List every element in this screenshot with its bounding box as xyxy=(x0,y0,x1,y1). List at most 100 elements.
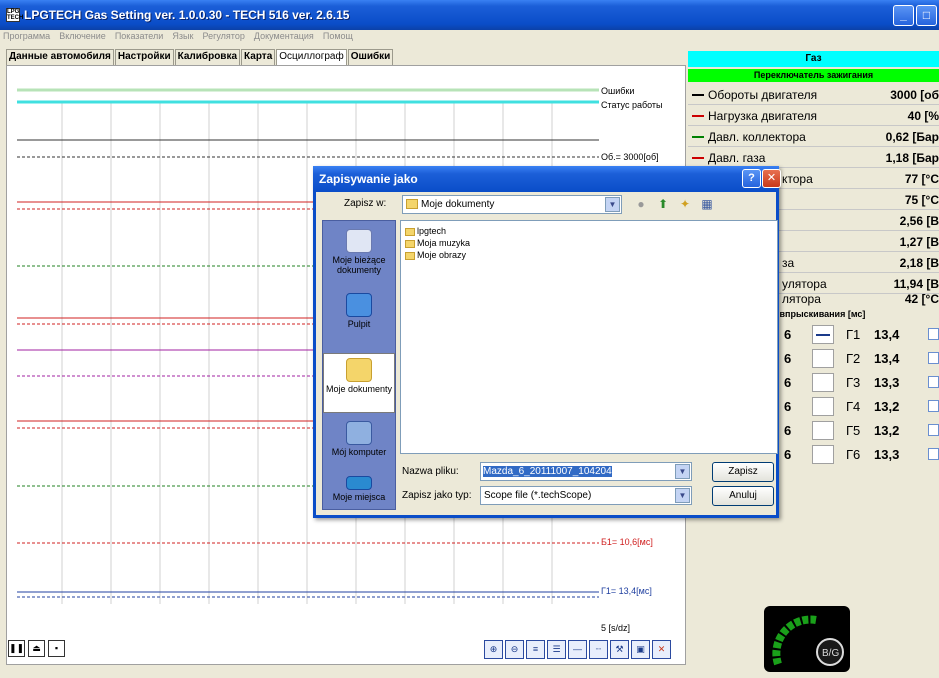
chevron-down-icon[interactable]: ▼ xyxy=(675,488,690,503)
param-label: ктора xyxy=(782,172,813,186)
series-swatch[interactable] xyxy=(692,136,704,138)
injector-petrol-value: 6 xyxy=(784,327,792,342)
folder-icon xyxy=(405,227,415,236)
up-folder-icon[interactable]: ⬆ xyxy=(654,195,672,213)
gas-header: Газ xyxy=(688,51,939,67)
injector-checkbox[interactable] xyxy=(928,376,939,388)
lines-icon[interactable]: ≡ xyxy=(526,640,545,659)
scope-zoom-toolbar: ⊕ ⊖ ≡ ☰ — ┈ ⚒ ▣ ✕ xyxy=(484,640,671,659)
zoom-in-icon[interactable]: ⊕ xyxy=(484,640,503,659)
place-my-computer[interactable]: Mój komputer xyxy=(323,417,395,477)
minimize-button[interactable]: _ xyxy=(893,5,914,26)
tools-icon[interactable]: ⚒ xyxy=(610,640,629,659)
chevron-down-icon[interactable]: ▼ xyxy=(675,464,690,479)
file-name: lpgtech xyxy=(417,226,447,236)
injector-color-box[interactable] xyxy=(812,349,834,368)
scope-label-g1: Г1= 13,4[мс] xyxy=(601,586,652,596)
save-disk-icon[interactable]: ▪ xyxy=(48,640,65,657)
single-line-icon[interactable]: — xyxy=(568,640,587,659)
injector-checkbox[interactable] xyxy=(928,352,939,364)
back-icon[interactable]: ● xyxy=(632,195,650,213)
menu-regulator[interactable]: Регулятор xyxy=(199,30,247,42)
bg-switch-gauge[interactable]: B/G xyxy=(764,606,850,672)
injector-checkbox[interactable] xyxy=(928,424,939,436)
injector-value: 13,4 xyxy=(874,351,900,366)
list-item[interactable]: Moja muzyka xyxy=(405,238,470,248)
series-swatch[interactable] xyxy=(692,94,704,96)
window-titlebar: LPG TECH LPGTECH Gas Setting ver. 1.0.0.… xyxy=(0,0,939,30)
new-folder-icon[interactable]: ✦ xyxy=(676,195,694,213)
tab-vehicle-data[interactable]: Данные автомобиля xyxy=(6,49,114,65)
gauge-graphic: B/G xyxy=(772,615,844,666)
list-item[interactable]: Moje obrazy xyxy=(405,250,466,260)
place-desktop[interactable]: Pulpit xyxy=(323,289,395,349)
place-label: Moje bieżące dokumenty xyxy=(332,255,386,275)
tab-errors[interactable]: Ошибки xyxy=(347,49,394,65)
maximize-button[interactable]: □ xyxy=(916,5,937,26)
menu-help[interactable]: Помощ xyxy=(320,30,356,42)
param-value: 2,18 [B xyxy=(899,256,939,270)
file-list[interactable]: lpgtech Moja muzyka Moje obrazy xyxy=(400,220,778,454)
save-in-combo[interactable]: Moje dokumenty ▼ xyxy=(402,195,622,214)
desktop-icon xyxy=(346,293,372,317)
param-label: Давл. коллектора xyxy=(708,130,806,144)
file-name-input[interactable]: Mazda_6_20111007_104204 ▼ xyxy=(480,462,692,481)
zoom-out-icon[interactable]: ⊖ xyxy=(505,640,524,659)
menu-enable[interactable]: Включение xyxy=(56,30,109,42)
file-name: Moje obrazy xyxy=(417,250,467,260)
place-label: Moje miejsca xyxy=(332,492,386,502)
place-network[interactable]: Moje miejsca xyxy=(323,475,395,509)
monitor-icon[interactable]: ▣ xyxy=(631,640,650,659)
param-value: 3000 [об xyxy=(890,88,939,102)
param-row: Нагрузка двигателя 40 [% xyxy=(688,106,939,126)
menu-indicators[interactable]: Показатели xyxy=(112,30,166,42)
injector-checkbox[interactable] xyxy=(928,448,939,460)
file-name-value: Mazda_6_20111007_104204 xyxy=(483,466,612,477)
injector-value: 13,2 xyxy=(874,399,900,414)
series-swatch[interactable] xyxy=(692,157,704,159)
series-swatch[interactable] xyxy=(692,115,704,117)
injector-color-box[interactable] xyxy=(812,445,834,464)
close-dialog-button[interactable]: ✕ xyxy=(762,169,781,188)
injector-checkbox[interactable] xyxy=(928,328,939,340)
gauge-label: B/G xyxy=(822,648,839,659)
pause-icon[interactable]: ❚❚ xyxy=(8,640,25,657)
tab-settings[interactable]: Настройки xyxy=(114,49,174,65)
param-value: 40 [% xyxy=(907,109,939,123)
menu-documentation[interactable]: Документация xyxy=(251,30,317,42)
cancel-button[interactable]: Anuluj xyxy=(712,486,774,506)
dialog-nav-toolbar: ● ⬆ ✦ ▦ xyxy=(632,195,716,213)
scope-label-status: Статус работы xyxy=(601,100,663,110)
save-button[interactable]: Zapisz xyxy=(712,462,774,482)
tab-map[interactable]: Карта xyxy=(241,49,276,65)
injector-color-box[interactable] xyxy=(812,397,834,416)
menu-language[interactable]: Язык xyxy=(169,30,196,42)
recent-documents-icon xyxy=(346,229,372,253)
place-label: Pulpit xyxy=(347,319,371,329)
injector-petrol-value: 6 xyxy=(784,447,792,462)
menu-program[interactable]: Программа xyxy=(0,30,53,42)
chevron-down-icon[interactable]: ▼ xyxy=(605,197,620,212)
help-button[interactable]: ? xyxy=(742,169,761,188)
save-in-label: Zapisz w: xyxy=(344,198,387,209)
injector-color-box[interactable] xyxy=(812,373,834,392)
list-item[interactable]: lpgtech xyxy=(405,226,446,236)
file-type-select[interactable]: Scope file (*.techScope) ▼ xyxy=(480,486,692,505)
place-my-documents[interactable]: Moje dokumenty xyxy=(323,353,395,413)
injector-color-box[interactable] xyxy=(812,421,834,440)
tab-calibration[interactable]: Калибровка xyxy=(174,49,241,65)
param-row: Давл. коллектора 0,62 [Бар xyxy=(688,127,939,147)
lines-dense-icon[interactable]: ☰ xyxy=(547,640,566,659)
injector-checkbox[interactable] xyxy=(928,400,939,412)
injector-name: Г1 xyxy=(846,327,861,342)
view-menu-icon[interactable]: ▦ xyxy=(698,195,716,213)
param-label: за xyxy=(782,256,795,270)
param-label: Нагрузка двигателя xyxy=(708,109,818,123)
music-folder-icon xyxy=(405,239,415,248)
tab-oscilloscope[interactable]: Осциллограф xyxy=(276,49,347,65)
close-scope-icon[interactable]: ✕ xyxy=(652,640,671,659)
eject-icon[interactable]: ⏏ xyxy=(28,640,45,657)
injector-petrol-value: 6 xyxy=(784,375,792,390)
dotted-line-icon[interactable]: ┈ xyxy=(589,640,608,659)
place-recent-documents[interactable]: Moje bieżące dokumenty xyxy=(323,225,395,285)
